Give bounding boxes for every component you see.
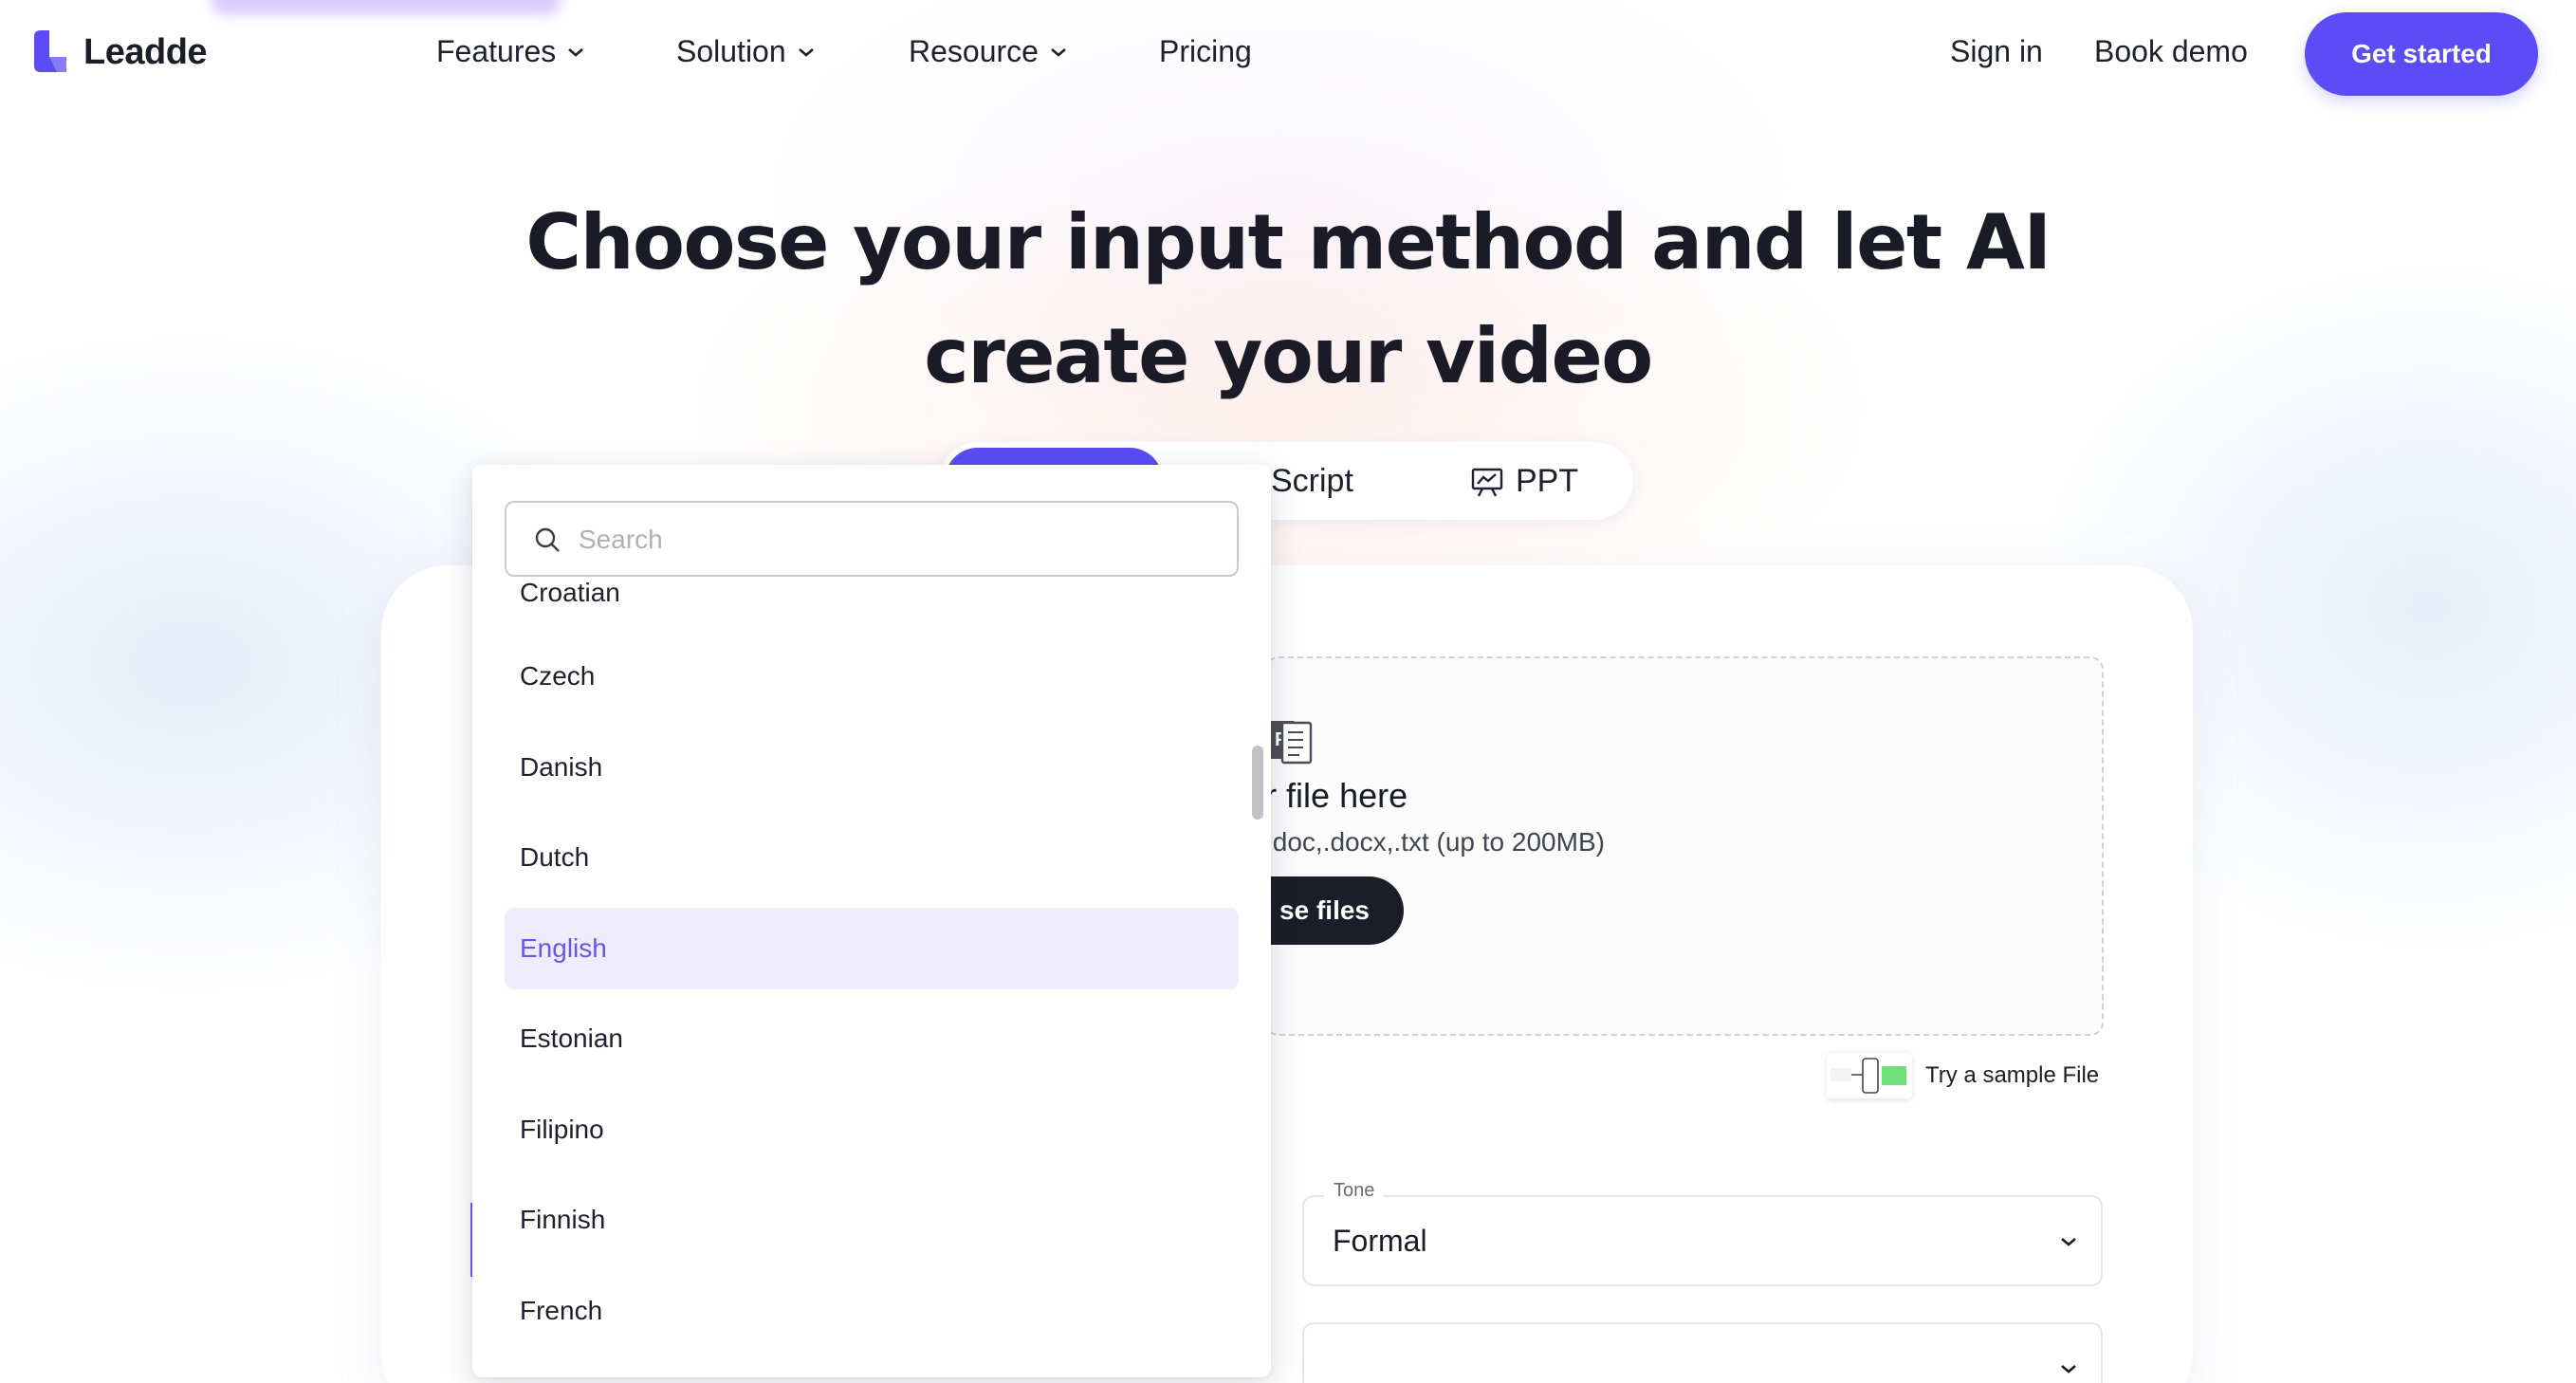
chevron-down-icon [568,47,584,57]
chevron-down-icon [1051,47,1066,57]
menu-features[interactable]: Features [436,34,584,69]
leadde-logo-icon [34,30,66,72]
presentation-icon [1471,468,1503,497]
language-option-finnish[interactable]: Finnish [505,1179,1239,1261]
tone-select-value: Formal [1333,1224,1427,1258]
menu-resource-label: Resource [909,34,1039,68]
menu-pricing[interactable]: Pricing [1159,34,1252,69]
tone-select[interactable]: Formal [1302,1195,2103,1286]
chevron-down-icon [2061,1365,2076,1374]
book-demo-link[interactable]: Book demo [2094,34,2248,69]
sample-file-thumbnail [1827,1053,1912,1098]
tab-script[interactable]: Script [1271,463,1353,500]
logo-text: Leadde [83,31,208,72]
tab-ppt-label: PPT [1516,463,1579,499]
tab-ppt[interactable]: PPT [1470,463,1578,500]
menu-features-label: Features [436,34,557,68]
additional-select[interactable] [1302,1322,2103,1383]
page-title-line-1: Choose your input method and let AI [525,198,2052,286]
top-navigation: Leadde Features Solution Resource Pricin… [0,0,2576,108]
language-option-estonian[interactable]: Estonian [505,998,1239,1079]
sample-file-label: Try a sample File [1925,1062,2100,1088]
logo[interactable]: Leadde [34,28,208,76]
tone-label: Tone [1324,1180,1385,1202]
menu-resource[interactable]: Resource [909,34,1067,69]
language-option-french[interactable]: French [505,1270,1239,1352]
language-option-croatian[interactable]: Croatian [505,552,1239,634]
language-option-filipino[interactable]: Filipino [505,1089,1239,1171]
page-title: Choose your input method and let AI crea… [379,186,2197,414]
chevron-down-icon [2061,1238,2076,1246]
language-option-danish[interactable]: Danish [505,727,1239,808]
get-started-button[interactable]: Get started [2305,12,2538,96]
language-option-dutch[interactable]: Dutch [505,817,1239,898]
language-dropdown: Croatian Czech Danish Dutch English Esto… [472,465,1271,1377]
page-title-line-2: create your video [924,312,1653,400]
sign-in-link[interactable]: Sign in [1950,34,2043,69]
dropzone-subtitle: .doc,.docx,.txt (up to 200MB) [1265,827,1605,857]
menu-solution[interactable]: Solution [676,34,815,69]
dropdown-scrollbar[interactable] [1252,746,1263,820]
language-option-english[interactable]: English [505,908,1239,989]
search-icon [535,527,560,552]
language-option-czech[interactable]: Czech [505,636,1239,717]
sample-file-link[interactable]: Try a sample File [1827,1053,2099,1098]
menu-solution-label: Solution [676,34,786,68]
chevron-down-icon [798,47,814,57]
